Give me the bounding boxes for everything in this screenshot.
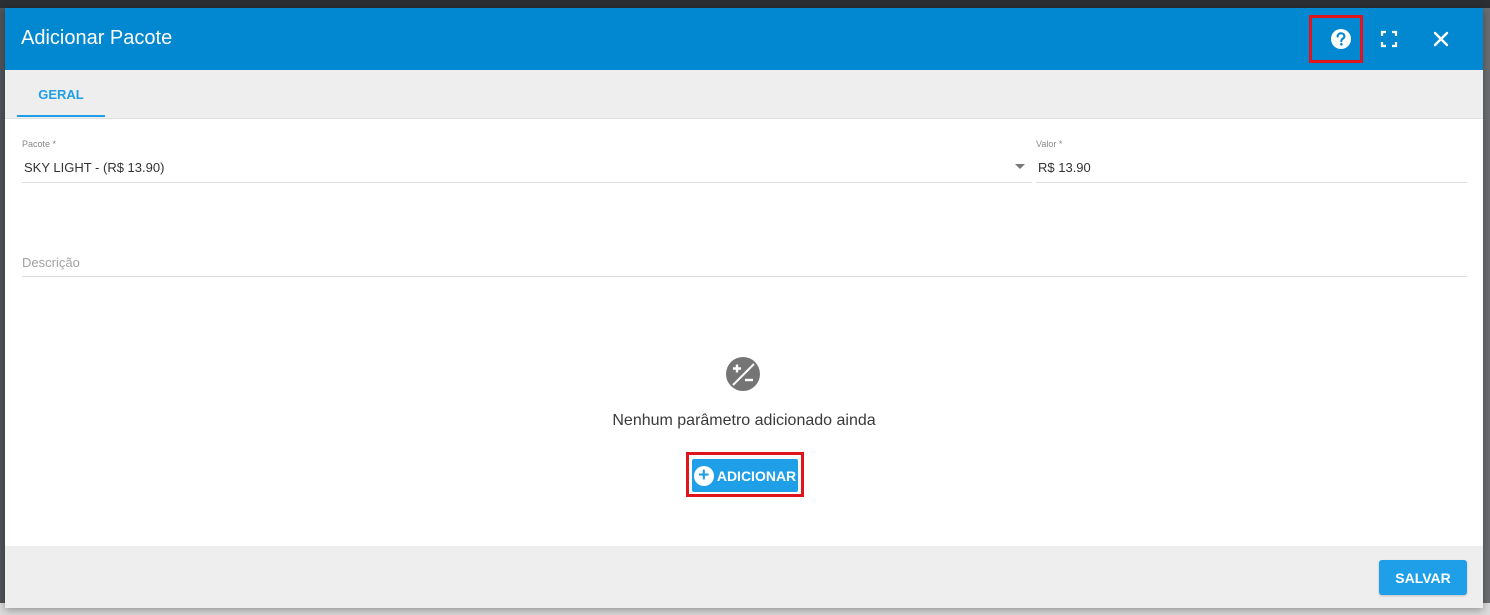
valor-underline — [1036, 182, 1467, 183]
dialog-footer: SALVAR — [5, 546, 1483, 608]
fullscreen-icon — [1380, 30, 1398, 48]
close-icon — [1433, 31, 1449, 47]
save-button[interactable]: SALVAR — [1379, 560, 1467, 595]
help-button[interactable] — [1325, 23, 1357, 55]
empty-state-message: Nenhum parâmetro adicionado ainda — [612, 412, 876, 429]
add-package-dialog: Adicionar Pacote GERAL Pacote * SKY LIGH… — [5, 8, 1483, 608]
background-app-bar — [0, 0, 1490, 8]
descricao-underline — [22, 276, 1467, 277]
active-tab-indicator — [17, 115, 105, 117]
valor-label: Valor * — [1036, 139, 1063, 149]
help-icon — [1331, 29, 1351, 49]
descricao-placeholder[interactable]: Descrição — [22, 255, 80, 270]
tab-geral[interactable]: GERAL — [17, 70, 105, 118]
close-button[interactable] — [1425, 23, 1457, 55]
pacote-value[interactable]: SKY LIGHT - (R$ 13.90) — [24, 160, 164, 175]
add-parameter-button[interactable]: + ADICIONAR — [692, 459, 798, 492]
dialog-header: Adicionar Pacote — [5, 8, 1483, 70]
add-circle-icon: + — [693, 465, 714, 486]
valor-value[interactable]: R$ 13.90 — [1038, 160, 1091, 175]
background-right-edge — [1483, 8, 1490, 608]
dropdown-arrow-icon[interactable] — [1015, 164, 1025, 169]
add-button-label: ADICIONAR — [716, 467, 797, 484]
plus-minus-icon — [726, 357, 760, 391]
pacote-label: Pacote * — [22, 139, 57, 149]
tab-bar: GERAL — [5, 70, 1483, 119]
fullscreen-button[interactable] — [1373, 23, 1405, 55]
dialog-title: Adicionar Pacote — [21, 27, 173, 49]
pacote-underline — [22, 182, 1032, 183]
